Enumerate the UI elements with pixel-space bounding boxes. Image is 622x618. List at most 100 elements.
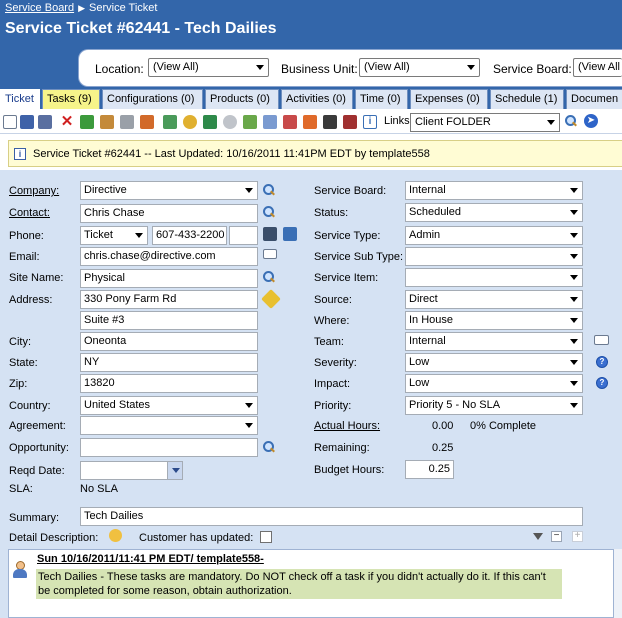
print-icon[interactable] [120,115,134,129]
state-field[interactable]: NY [80,353,258,372]
team-email-icon[interactable] [594,335,609,345]
phone-icon[interactable] [263,227,277,241]
edit-icon[interactable] [163,115,177,129]
report-icon[interactable] [140,115,154,129]
chevron-down-icon [245,403,253,408]
site-lookup-icon[interactable] [263,271,275,283]
site-name-field[interactable]: Physical [80,269,258,288]
chevron-down-icon [570,403,578,408]
budget-hours-label: Budget Hours: [314,464,385,476]
chevron-down-icon [570,254,578,259]
opportunity-field[interactable] [80,438,258,457]
tab-products[interactable]: Products (0) [205,89,279,109]
business-unit-select[interactable]: (View All) [359,58,480,77]
severity-help-icon[interactable]: ? [596,356,608,368]
company-lookup-icon[interactable] [263,184,275,196]
service-item-select[interactable] [405,268,583,287]
zip-field[interactable]: 13820 [80,374,258,393]
phone-label: Phone: [9,230,44,242]
summary-label: Summary: [9,512,60,524]
notes-icon[interactable] [243,115,257,129]
contact-label[interactable]: Contact: [9,207,50,219]
tab-documents[interactable]: Documen [566,89,622,109]
tab-expenses[interactable]: Expenses (0) [410,89,488,109]
source-select[interactable]: Direct [405,290,583,309]
save-icon[interactable] [20,115,34,129]
gear-icon[interactable] [223,115,237,129]
copy-icon[interactable] [100,115,114,129]
go-arrow-icon[interactable]: ➤ [584,114,598,128]
graduation-cap-icon[interactable] [323,115,337,129]
note-header[interactable]: Sun 10/16/2011/11:41 PM EDT/ template558… [37,553,264,565]
task-icon[interactable] [263,115,277,129]
agreement-select[interactable] [80,416,258,435]
service-board-filter-label: Service Board: [493,62,572,76]
actual-hours-label[interactable]: Actual Hours: [314,420,380,432]
expand-icon[interactable]: + [572,531,583,542]
collapse-icon[interactable]: − [551,531,562,542]
where-label: Where: [314,315,350,327]
timer-icon[interactable] [109,529,122,542]
filter-icon[interactable] [533,533,543,540]
product-icon[interactable] [283,115,297,129]
city-field[interactable]: Oneonta [80,332,258,351]
clock-icon[interactable] [183,115,197,129]
contact-field[interactable]: Chris Chase [80,204,258,223]
dollar-icon[interactable] [203,115,217,129]
phone-ext-field[interactable] [229,226,258,245]
tab-ticket[interactable]: Ticket [0,89,40,111]
service-board-filter-select[interactable]: (View All [573,58,622,77]
info-icon[interactable]: i [363,115,377,129]
tab-tasks[interactable]: Tasks (9) [42,89,100,109]
team-select[interactable]: Internal [405,332,583,351]
company-label[interactable]: Company: [9,185,59,197]
save-close-icon[interactable] [38,115,52,129]
company-select[interactable]: Directive [80,181,258,200]
email-icon[interactable] [263,249,277,259]
impact-help-icon[interactable]: ? [596,377,608,389]
zip-label: Zip: [9,378,28,390]
percent-complete: 0% Complete [470,420,537,432]
tab-configurations[interactable]: Configurations (0) [102,89,203,109]
note-scrollbar[interactable] [614,549,622,618]
service-type-select[interactable]: Admin [405,226,583,245]
breadcrumb-service-board-link[interactable]: Service Board [5,2,74,14]
delete-icon[interactable]: ✕ [60,114,74,129]
country-select[interactable]: United States [80,396,258,415]
contact-card-icon[interactable] [283,227,297,241]
phone-number-field[interactable]: 607-433-2200 [152,226,227,245]
customer-updated-checkbox[interactable] [260,531,272,543]
status-select[interactable]: Scheduled [405,203,583,222]
refresh-icon[interactable] [80,115,94,129]
tab-activities[interactable]: Activities (0) [281,89,353,109]
address-line1-field[interactable]: 330 Pony Farm Rd [80,290,258,309]
location-select[interactable]: (View All) [148,58,269,77]
impact-select[interactable]: Low [405,374,583,393]
location-label: Location: [95,62,144,76]
opportunity-lookup-icon[interactable] [263,441,275,453]
site-name-label: Site Name: [9,272,64,284]
pin-icon[interactable] [303,115,317,129]
budget-hours-field[interactable]: 0.25 [405,460,454,479]
email-field[interactable]: chris.chase@directive.com [80,247,258,266]
service-subtype-select[interactable] [405,247,583,266]
summary-field[interactable]: Tech Dailies [80,507,583,526]
links-select[interactable]: Client FOLDER [410,113,560,132]
chevron-down-icon [135,233,143,238]
calendar-dropdown-icon[interactable] [167,462,182,479]
address-line2-field[interactable]: Suite #3 [80,311,258,330]
impact-label: Impact: [314,378,351,390]
tab-schedule[interactable]: Schedule (1) [490,89,564,109]
phone-type-select[interactable]: Ticket [80,226,148,245]
city-label: City: [9,336,31,348]
severity-select[interactable]: Low [405,353,583,372]
where-select[interactable]: In House [405,311,583,330]
service-board-select[interactable]: Internal [405,181,583,200]
search-icon[interactable] [564,114,578,128]
priority-select[interactable]: Priority 5 - No SLA [405,396,583,415]
pencil-icon[interactable] [343,115,357,129]
contact-lookup-icon[interactable] [263,206,275,218]
detail-description-label: Detail Description: [9,532,99,544]
new-icon[interactable] [3,115,17,129]
tab-time[interactable]: Time (0) [355,89,408,109]
